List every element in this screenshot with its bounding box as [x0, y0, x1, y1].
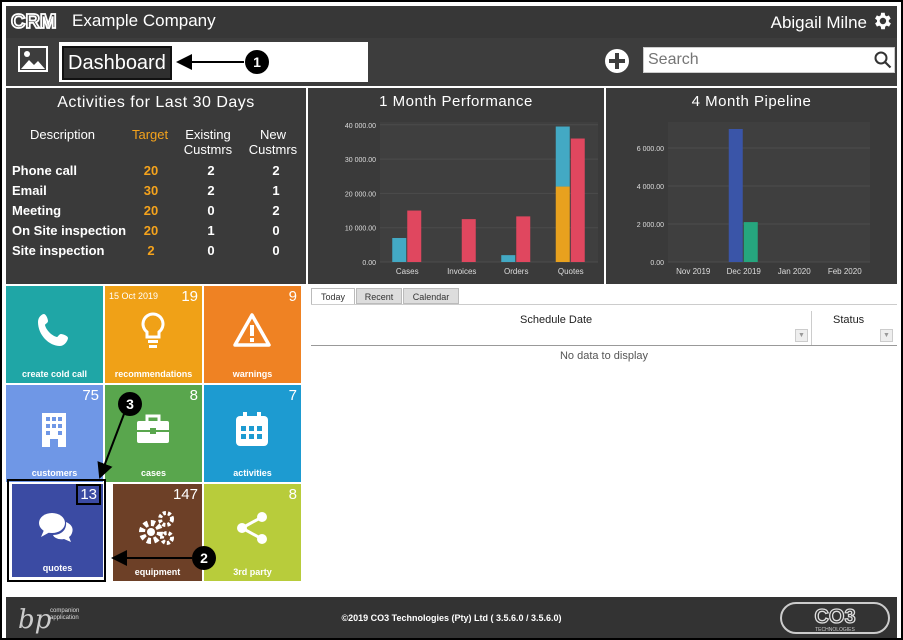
- app-window: CRM Example Company Abigail Milne Dashbo…: [0, 0, 903, 640]
- callout-2: 2: [192, 546, 216, 570]
- callout-3: 3: [118, 392, 142, 416]
- callout-arrows: [97, 54, 244, 566]
- callout-1: 1: [245, 50, 269, 74]
